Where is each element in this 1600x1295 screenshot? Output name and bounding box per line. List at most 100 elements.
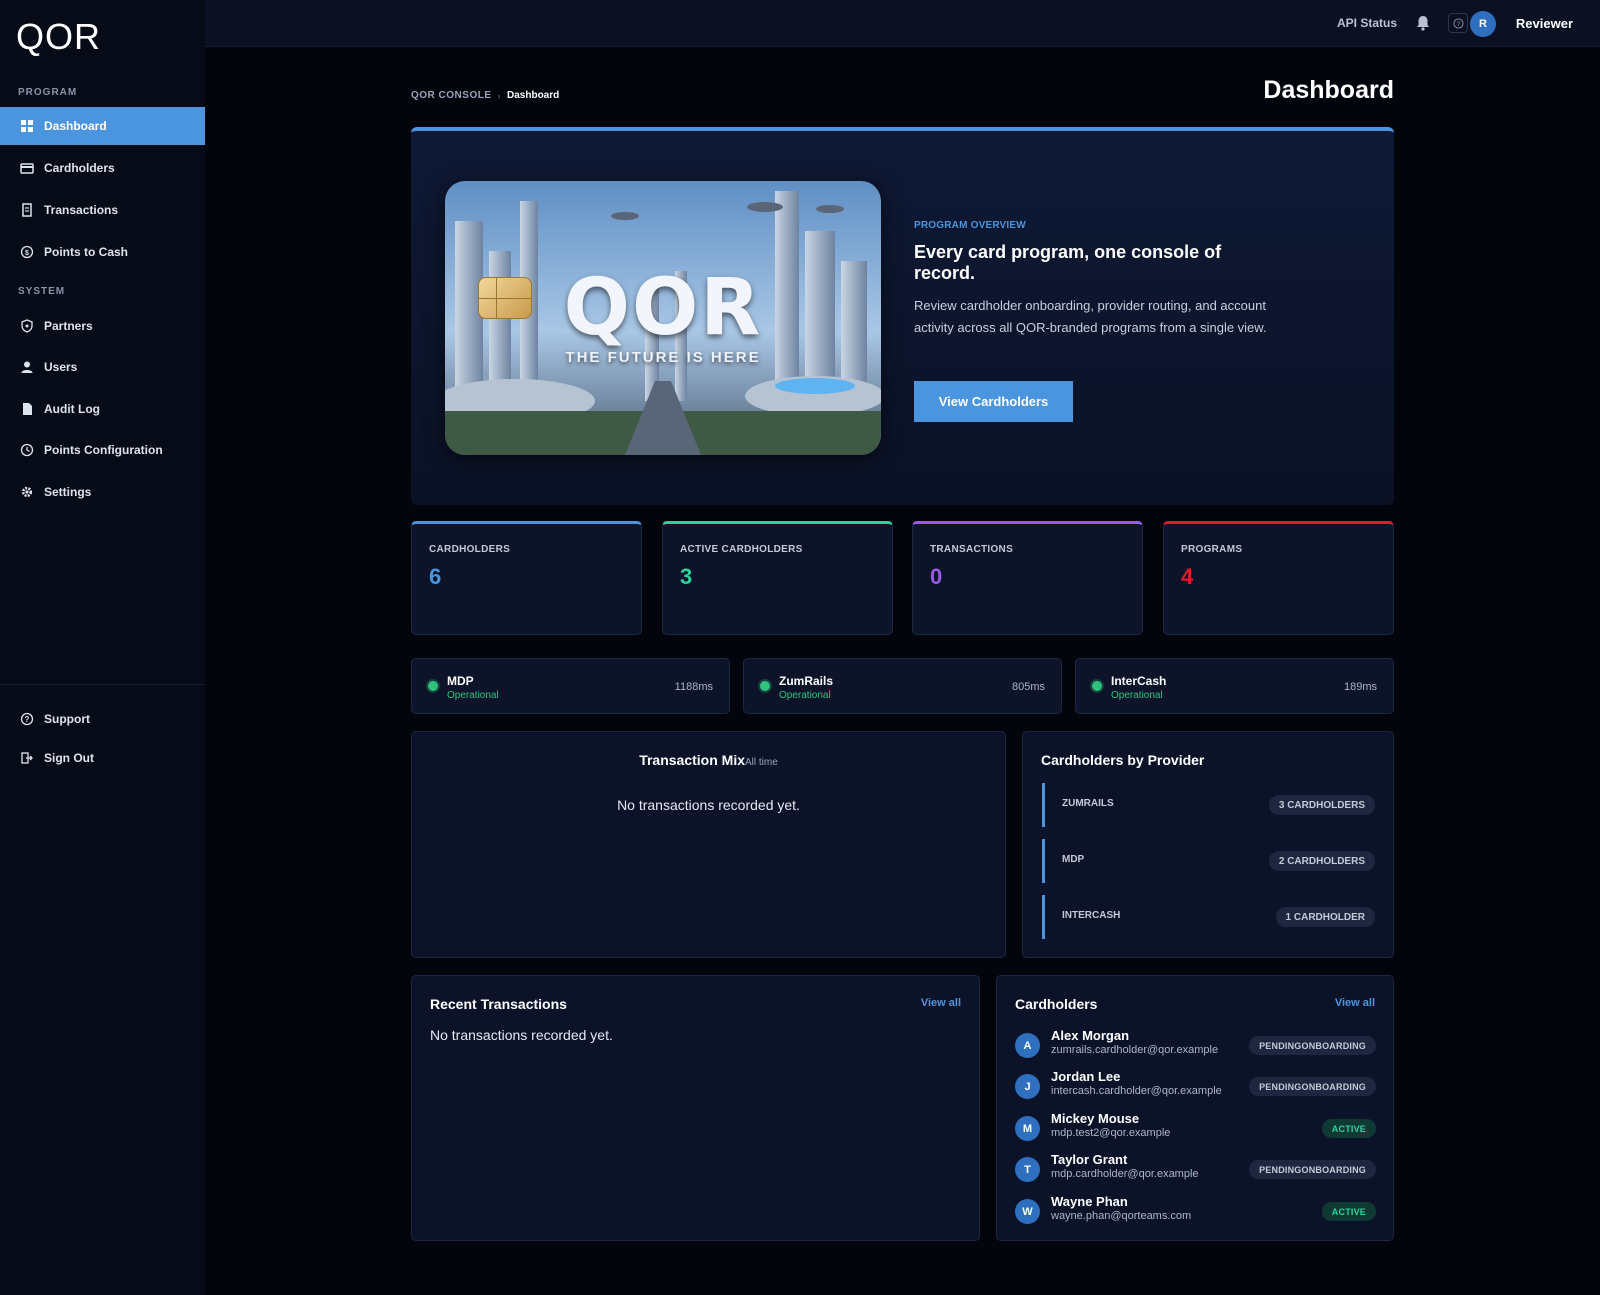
status-badge: ACTIVE [1321, 1119, 1376, 1138]
provider-status-zumrails: ZumRails Operational 805ms [743, 658, 1062, 714]
sidebar-item-label: Dashboard [44, 119, 107, 133]
hero-description: Review cardholder onboarding, provider r… [914, 298, 1267, 335]
document-icon [20, 402, 34, 416]
stat-card-programs[interactable]: PROGRAMS 4 [1163, 521, 1394, 635]
qor-logo[interactable]: QOR [16, 16, 101, 58]
recent-transactions-panel: Recent Transactions View all No transact… [411, 975, 980, 1241]
hero-title: Every card program, one console of recor… [914, 242, 1222, 283]
avatar: M [1015, 1116, 1040, 1141]
sidebar-item-label: Points Configuration [44, 443, 163, 457]
coin-icon: $ [20, 245, 34, 259]
user-avatar[interactable]: R [1470, 11, 1496, 37]
help-circle-icon: ? [20, 712, 34, 726]
cardholder-name: Jordan Lee [1051, 1069, 1121, 1084]
count-badge: 2 CARDHOLDERS [1268, 851, 1375, 871]
sidebar-item-label: Users [44, 360, 78, 374]
breadcrumb: QOR CONSOLE › Dashboard [411, 90, 559, 101]
status-badge: PENDINGONBOARDING [1249, 1077, 1376, 1096]
panel-title: Cardholders by Provider [1041, 752, 1205, 768]
status-dot [1092, 681, 1102, 691]
sidebar-item-users[interactable]: Users [0, 348, 205, 386]
provider-row: INTERCASH 1 CARDHOLDER [1042, 895, 1375, 939]
stat-card-transactions[interactable]: TRANSACTIONS 0 [912, 521, 1143, 635]
provider-status: Operational [779, 690, 831, 701]
empty-state: No transactions recorded yet. [430, 1027, 613, 1043]
cardholders-panel: Cardholders View all A Alex Morgan zumra… [996, 975, 1394, 1241]
panel-title: Cardholders [1015, 996, 1098, 1012]
view-all-transactions-link[interactable]: View all [921, 997, 961, 1009]
sidebar-item-label: Settings [44, 485, 92, 499]
transaction-mix-panel: Transaction MixAll time No transactions … [411, 731, 1006, 958]
view-all-cardholders-link[interactable]: View all [1335, 997, 1375, 1009]
provider-latency: 805ms [1011, 681, 1045, 693]
stat-card-cardholders[interactable]: CARDHOLDERS 6 [411, 521, 642, 635]
sidebar-item-partners[interactable]: Partners [0, 307, 205, 345]
sidebar-item-settings[interactable]: Settings [0, 473, 205, 511]
cardholder-row[interactable]: A Alex Morgan zumrails.cardholder@qor.ex… [1015, 1025, 1376, 1063]
sidebar-item-label: Support [44, 712, 90, 726]
sidebar-item-cardholders[interactable]: Cardholders [0, 149, 205, 187]
bell-icon[interactable] [1414, 14, 1432, 32]
cardholder-email: mdp.test2@qor.example [1051, 1127, 1171, 1139]
count-badge: 3 CARDHOLDERS [1268, 795, 1375, 815]
sign-out-icon [20, 751, 34, 765]
grid-icon [20, 119, 34, 133]
system-section-label: SYSTEM [18, 286, 66, 297]
provider-row: MDP 2 CARDHOLDERS [1042, 839, 1375, 883]
svg-text:$: $ [25, 250, 29, 257]
panel-title: Transaction Mix [639, 752, 745, 768]
cardholder-row[interactable]: M Mickey Mouse mdp.test2@qor.example ACT… [1015, 1108, 1376, 1146]
stat-label: ACTIVE CARDHOLDERS [680, 544, 803, 555]
cardholders-by-provider-panel: Cardholders by Provider ZUMRAILS 3 CARDH… [1022, 731, 1394, 958]
sidebar-item-dashboard[interactable]: Dashboard [0, 107, 205, 145]
provider-name: MDP [1062, 854, 1085, 865]
api-status-link[interactable]: API Status [1337, 16, 1397, 30]
transaction-mix-title: Transaction MixAll time [412, 752, 1005, 768]
panel-title: Recent Transactions [430, 996, 567, 1012]
sidebar-item-label: Points to Cash [44, 245, 129, 259]
qor-card-image: QOR THE FUTURE IS HERE [445, 181, 881, 455]
chevron-right-icon: › [497, 90, 502, 101]
status-dot [428, 681, 438, 691]
cardholder-row[interactable]: J Jordan Lee intercash.cardholder@qor.ex… [1015, 1066, 1376, 1104]
sidebar-item-label: Partners [44, 319, 93, 333]
sidebar-item-sign-out[interactable]: Sign Out [0, 739, 205, 777]
status-badge: PENDINGONBOARDING [1249, 1160, 1376, 1179]
status-badge: ACTIVE [1321, 1202, 1376, 1221]
page-title: Dashboard [1263, 76, 1394, 104]
card-tagline: THE FUTURE IS HERE [565, 349, 761, 366]
sidebar-item-audit-log[interactable]: Audit Log [0, 390, 205, 428]
svg-text:?: ? [25, 715, 30, 724]
sidebar-item-transactions[interactable]: Transactions [0, 191, 205, 229]
card-brand-text: QOR [563, 263, 763, 353]
empty-state: No transactions recorded yet. [617, 797, 800, 813]
cardholder-email: wayne.phan@qorteams.com [1051, 1210, 1192, 1222]
cardholder-row[interactable]: W Wayne Phan wayne.phan@qorteams.com ACT… [1015, 1191, 1376, 1229]
program-section-label: PROGRAM [18, 87, 78, 98]
cardholder-row[interactable]: T Taylor Grant mdp.cardholder@qor.exampl… [1015, 1149, 1376, 1187]
sidebar-item-points-to-cash[interactable]: $ Points to Cash [0, 233, 205, 271]
user-name[interactable]: Reviewer [1516, 16, 1573, 31]
stat-card-active-cardholders[interactable]: ACTIVE CARDHOLDERS 3 [662, 521, 893, 635]
avatar: W [1015, 1199, 1040, 1224]
stat-value: 0 [930, 564, 943, 589]
stat-value: 4 [1181, 564, 1194, 589]
sidebar-item-points-configuration[interactable]: Points Configuration [0, 431, 205, 469]
provider-latency: 1188ms [674, 681, 713, 693]
provider-status: Operational [1111, 690, 1163, 701]
avatar: J [1015, 1074, 1040, 1099]
svg-text:?: ? [1456, 20, 1460, 27]
cardholder-name: Alex Morgan [1051, 1028, 1130, 1043]
breadcrumb-root[interactable]: QOR CONSOLE [411, 90, 492, 101]
sidebar-item-support[interactable]: ? Support [0, 700, 205, 738]
sidebar-item-label: Transactions [44, 203, 119, 217]
help-icon[interactable]: ? [1448, 13, 1468, 33]
cardholder-email: zumrails.cardholder@qor.example [1051, 1044, 1219, 1056]
provider-row: ZUMRAILS 3 CARDHOLDERS [1042, 783, 1375, 827]
cardholder-email: intercash.cardholder@qor.example [1051, 1085, 1222, 1097]
cardholder-name: Wayne Phan [1051, 1194, 1128, 1209]
stat-value: 6 [429, 564, 442, 589]
stat-label: CARDHOLDERS [429, 544, 511, 555]
view-cardholders-button[interactable]: View Cardholders [914, 381, 1073, 422]
provider-name: ZumRails [779, 674, 834, 688]
